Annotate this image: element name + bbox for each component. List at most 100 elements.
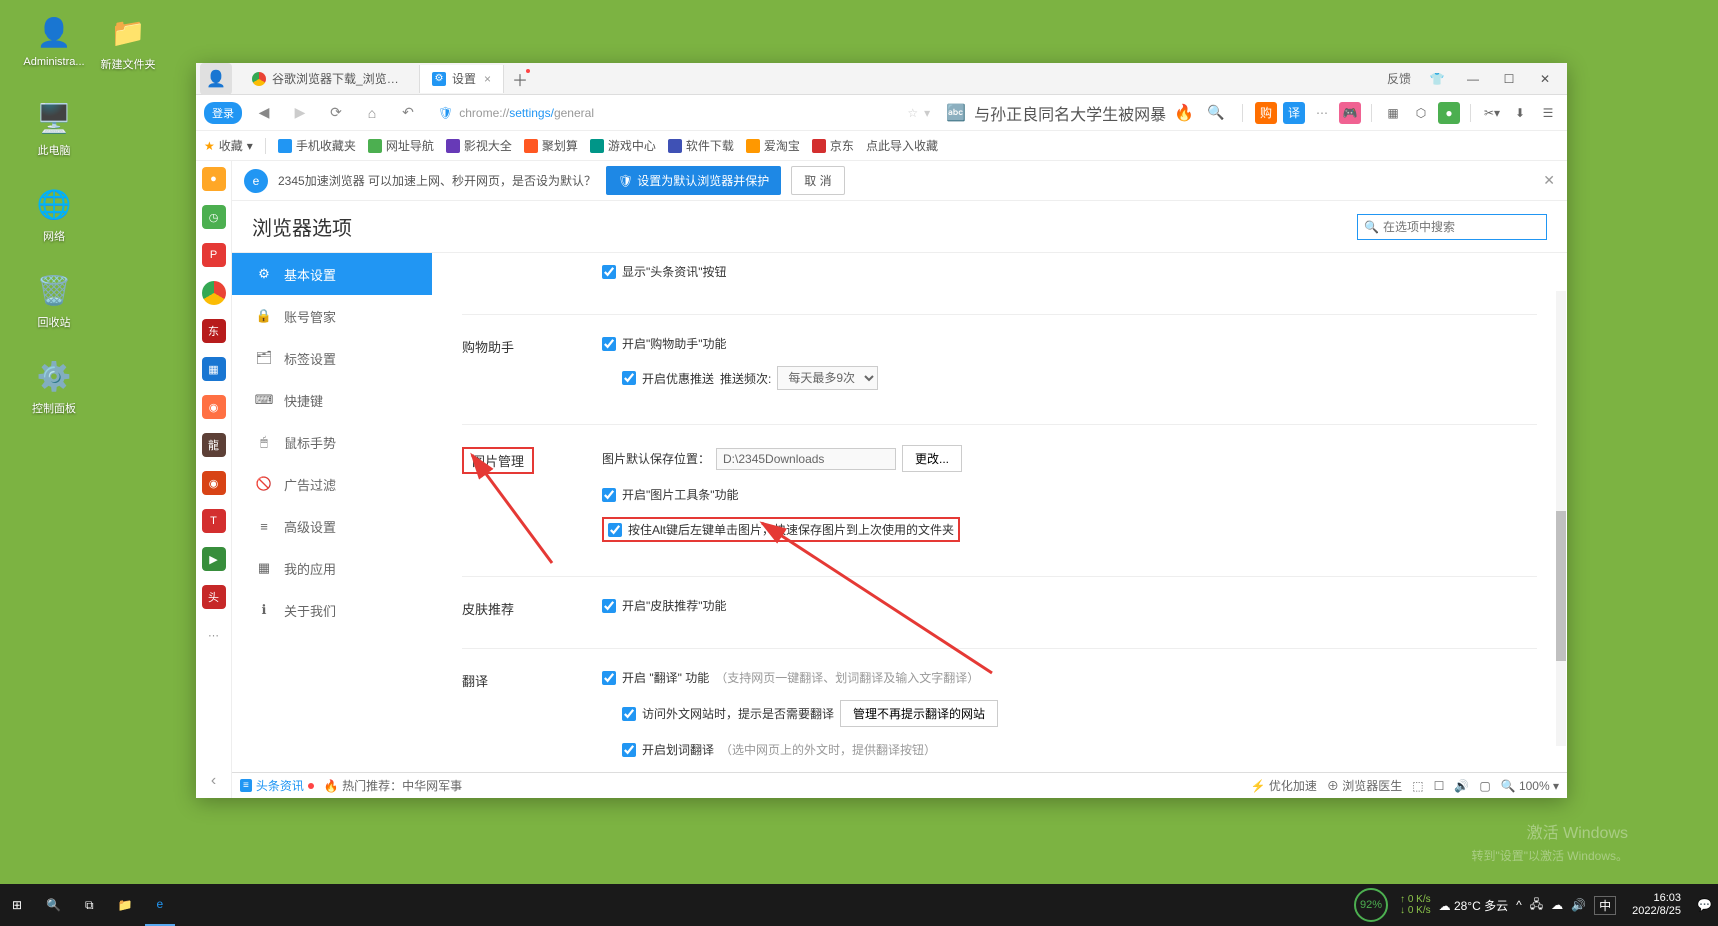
tab-chrome-download[interactable]: 谷歌浏览器下载_浏览器官网入 [240,65,420,93]
checkbox-translate-enable[interactable]: 开启 "翻译" 功能 [602,669,709,686]
undo-button[interactable]: ↶ [394,99,422,127]
green-icon[interactable]: ● [1438,102,1460,124]
close-window-button[interactable]: ✕ [1527,65,1563,93]
sidebar-icon-6[interactable]: ▦ [202,357,226,381]
download-icon[interactable]: ⬇ [1509,102,1531,124]
manage-sites-button[interactable]: 管理不再提示翻译的网站 [840,700,998,727]
translate-icon[interactable]: 🔤 [946,103,966,123]
taskbar-app-browser[interactable]: e [145,884,176,926]
sidebar-icon-t[interactable]: T [202,509,226,533]
bookmark-item[interactable]: 爱淘宝 [746,137,800,154]
set-default-button[interactable]: 🛡设置为默认浏览器并保护 [606,166,781,195]
back-button[interactable]: ◀ [250,99,278,127]
scissors-icon[interactable]: ✂▾ [1481,102,1503,124]
sidebar-item-advanced[interactable]: ≡高级设置 [232,505,432,547]
bookmarks-menu[interactable]: ★收藏 ▾ [204,137,253,154]
feedback-link[interactable]: 反馈 [1387,70,1411,87]
bookmark-item[interactable]: 手机收藏夹 [278,137,356,154]
status-icon[interactable]: ⬚ [1412,779,1423,793]
news-link[interactable]: ≡头条资讯 [240,777,314,794]
skin-icon[interactable]: 👕 [1419,65,1455,93]
bookmark-item[interactable]: 聚划算 [524,137,578,154]
start-button[interactable]: ⊞ [0,884,34,926]
taskbar-search[interactable]: 🔍 [34,884,73,926]
desktop-icon-recycle[interactable]: 🗑️回收站 [18,270,90,330]
sidebar-icon-7[interactable]: ◉ [202,395,226,419]
desktop-icon-control[interactable]: ⚙️控制面板 [18,356,90,416]
checkbox-skin-enable[interactable]: 开启"皮肤推荐"功能 [602,597,727,614]
clock[interactable]: 16:03 2022/8/25 [1624,892,1689,918]
checkbox-headlines[interactable]: 显示"头条资讯"按钮 [602,263,727,280]
sidebar-item-adblock[interactable]: 🚫广告过滤 [232,463,432,505]
status-icon[interactable]: ☐ [1434,779,1445,793]
sidebar-item-tabs[interactable]: 🗂标签设置 [232,337,432,379]
status-icon[interactable]: ▢ [1479,779,1490,793]
extension-icon[interactable]: ⬡ [1410,102,1432,124]
sidebar-more-icon[interactable]: ⋯ [202,623,226,647]
checkbox-discount-push[interactable]: 开启优惠推送 [622,370,714,387]
sidebar-item-gesture[interactable]: 🖱鼠标手势 [232,421,432,463]
desktop-icon-admin[interactable]: 👤Administra... [18,12,90,68]
close-promo-icon[interactable]: ✕ [1543,172,1555,189]
checkbox-alt-save[interactable]: 按住Alt键后左键单击图片，快速保存图片到上次使用的文件夹 [608,521,954,538]
forward-button[interactable]: ▶ [286,99,314,127]
scrollbar-thumb[interactable] [1556,511,1566,661]
profile-avatar-icon[interactable]: 👤 [200,63,232,95]
checkbox-word-translate[interactable]: 开启划词翻译 [622,741,714,758]
sidebar-icon-8[interactable]: 龍 [202,433,226,457]
chevron-down-icon[interactable]: ▾ [924,106,930,120]
translate-tool-icon[interactable]: 译 [1283,102,1305,124]
minimize-button[interactable]: — [1455,65,1491,93]
sidebar-icon-9[interactable]: ◉ [202,471,226,495]
search-icon[interactable]: 🔍 [1202,99,1230,127]
login-button[interactable]: 登录 [204,102,242,124]
sidebar-item-basic[interactable]: ⚙基本设置 [232,253,432,295]
mute-icon[interactable]: 🔊 [1454,779,1469,793]
collapse-sidebar-icon[interactable]: ‹ [211,772,216,790]
sidebar-item-account[interactable]: 🔒账号管家 [232,295,432,337]
new-tab-button[interactable]: ＋ [508,67,532,91]
menu-icon[interactable]: ☰ [1537,102,1559,124]
doctor-link[interactable]: ⊕ 浏览器医生 [1327,777,1402,794]
home-button[interactable]: ⌂ [358,99,386,127]
sidebar-icon-chrome[interactable] [202,281,226,305]
hot-news-link[interactable]: 与孙正良同名大学生被网暴 [974,101,1166,125]
bookmark-item[interactable]: 软件下载 [668,137,734,154]
bookmark-item[interactable]: 网址导航 [368,137,434,154]
settings-content[interactable]: 显示"头条资讯"按钮 购物助手 开启"购物助手"功能 开启优惠推送 推送频次: … [432,253,1567,772]
change-path-button[interactable]: 更改... [902,445,962,472]
bookmark-item[interactable]: 游戏中心 [590,137,656,154]
sidebar-icon-5[interactable]: 东 [202,319,226,343]
search-input[interactable] [1383,220,1540,234]
grid-icon[interactable]: ▦ [1382,102,1404,124]
sidebar-icon-2[interactable]: ◷ [202,205,226,229]
desktop-icon-newfolder[interactable]: 📁新建文件夹 [92,12,164,72]
settings-search[interactable]: 🔍 [1357,214,1547,240]
scrollbar[interactable] [1556,291,1566,746]
cancel-button[interactable]: 取 消 [791,166,844,195]
desktop-icon-thispc[interactable]: 🖥️此电脑 [18,98,90,158]
star-icon[interactable]: ☆ [907,106,918,120]
taskbar-app-explorer[interactable]: 📁 [106,884,145,926]
sidebar-icon-iqiyi[interactable]: ▶ [202,547,226,571]
url-input[interactable]: 🛡 chrome://settings/general ☆ ▾ [430,106,938,120]
close-tab-icon[interactable]: × [484,72,491,86]
tab-settings[interactable]: ⚙ 设置 × [420,65,504,93]
shop-icon[interactable]: 购 [1255,102,1277,124]
weather-widget[interactable]: ☁ 28°C 多云 [1439,897,1509,914]
sidebar-item-about[interactable]: ℹ关于我们 [232,589,432,631]
dots-icon[interactable]: ⋯ [1311,102,1333,124]
tray-volume-icon[interactable]: 🔊 [1571,898,1586,912]
checkbox-shopping-enable[interactable]: 开启"购物助手"功能 [602,335,727,352]
bookmark-import[interactable]: 点此导入收藏 [866,137,938,154]
desktop-icon-network[interactable]: 🌐网络 [18,184,90,244]
tray-onedrive-icon[interactable]: ☁ [1551,898,1563,912]
sidebar-item-shortcuts[interactable]: ⌨快捷键 [232,379,432,421]
maximize-button[interactable]: ☐ [1491,65,1527,93]
performance-meter[interactable]: 92% [1350,884,1392,926]
checkbox-translate-visit[interactable]: 访问外文网站时，提示是否需要翻译 [622,705,834,722]
optimize-link[interactable]: ⚡ 优化加速 [1251,777,1317,794]
checkbox-image-toolbar[interactable]: 开启"图片工具条"功能 [602,486,739,503]
zoom-level[interactable]: 🔍 100% ▾ [1501,779,1559,793]
sidebar-icon-tc[interactable]: 头 [202,585,226,609]
